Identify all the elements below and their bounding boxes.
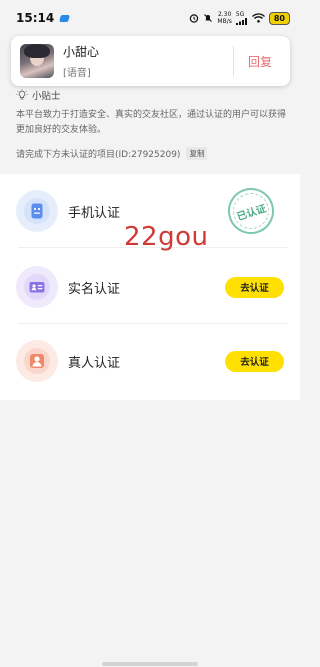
battery-indicator: 80 (268, 11, 290, 25)
message-preview: [语音] (63, 68, 91, 79)
copy-button[interactable]: 复制 (186, 147, 208, 160)
alarm-icon (190, 14, 199, 23)
tips-title: 小贴士 (32, 91, 61, 102)
app-notification-icon (59, 14, 71, 22)
signal-bars-icon (235, 18, 247, 25)
verify-label: 真人认证 (68, 355, 121, 371)
verification-list: 手机认证 已认证 实名认证 去认证 真人认证 去认证 (0, 174, 300, 400)
wifi-icon (251, 13, 265, 23)
tips-body: 本平台致力于打造安全、真实的交友社区，通过认证的用户可以获得更加良好的交友体验。 (16, 110, 287, 135)
go-verify-button[interactable]: 去认证 (225, 350, 284, 372)
pending-items-text: 请完成下方未认证的项目(ID:27925209) (16, 150, 181, 160)
message-notification[interactable]: 小甜心 [语音] 回复 (11, 36, 290, 86)
verified-stamp: 已认证 (222, 182, 280, 240)
go-verify-button[interactable]: 去认证 (225, 276, 284, 298)
tips-section: 小贴士 本平台致力于打造安全、真实的交友社区，通过认证的用户可以获得更加良好的交… (16, 88, 286, 160)
person-icon (24, 348, 50, 374)
verify-item-realperson[interactable]: 真人认证 去认证 (0, 324, 300, 398)
verify-label: 手机认证 (68, 205, 121, 221)
home-indicator[interactable] (102, 662, 198, 666)
verify-item-realname[interactable]: 实名认证 去认证 (0, 250, 300, 324)
reply-button[interactable]: 回复 (248, 53, 272, 70)
avatar (20, 44, 54, 78)
phone-icon (24, 198, 50, 224)
network-speed: 2.30 MB/s (217, 11, 232, 25)
sender-name: 小甜心 (63, 45, 100, 59)
watermark: 22gou (124, 222, 209, 252)
lightbulb-icon (16, 89, 28, 100)
verify-label: 实名认证 (68, 281, 121, 297)
id-card-icon (24, 274, 50, 300)
mute-bell-icon (204, 14, 213, 22)
status-time: 15:14 (16, 11, 55, 25)
status-bar: 15:14 2.30 MB/s 5G 80 (0, 0, 300, 36)
cellular-signal: 5G (235, 11, 248, 25)
divider (232, 46, 234, 76)
